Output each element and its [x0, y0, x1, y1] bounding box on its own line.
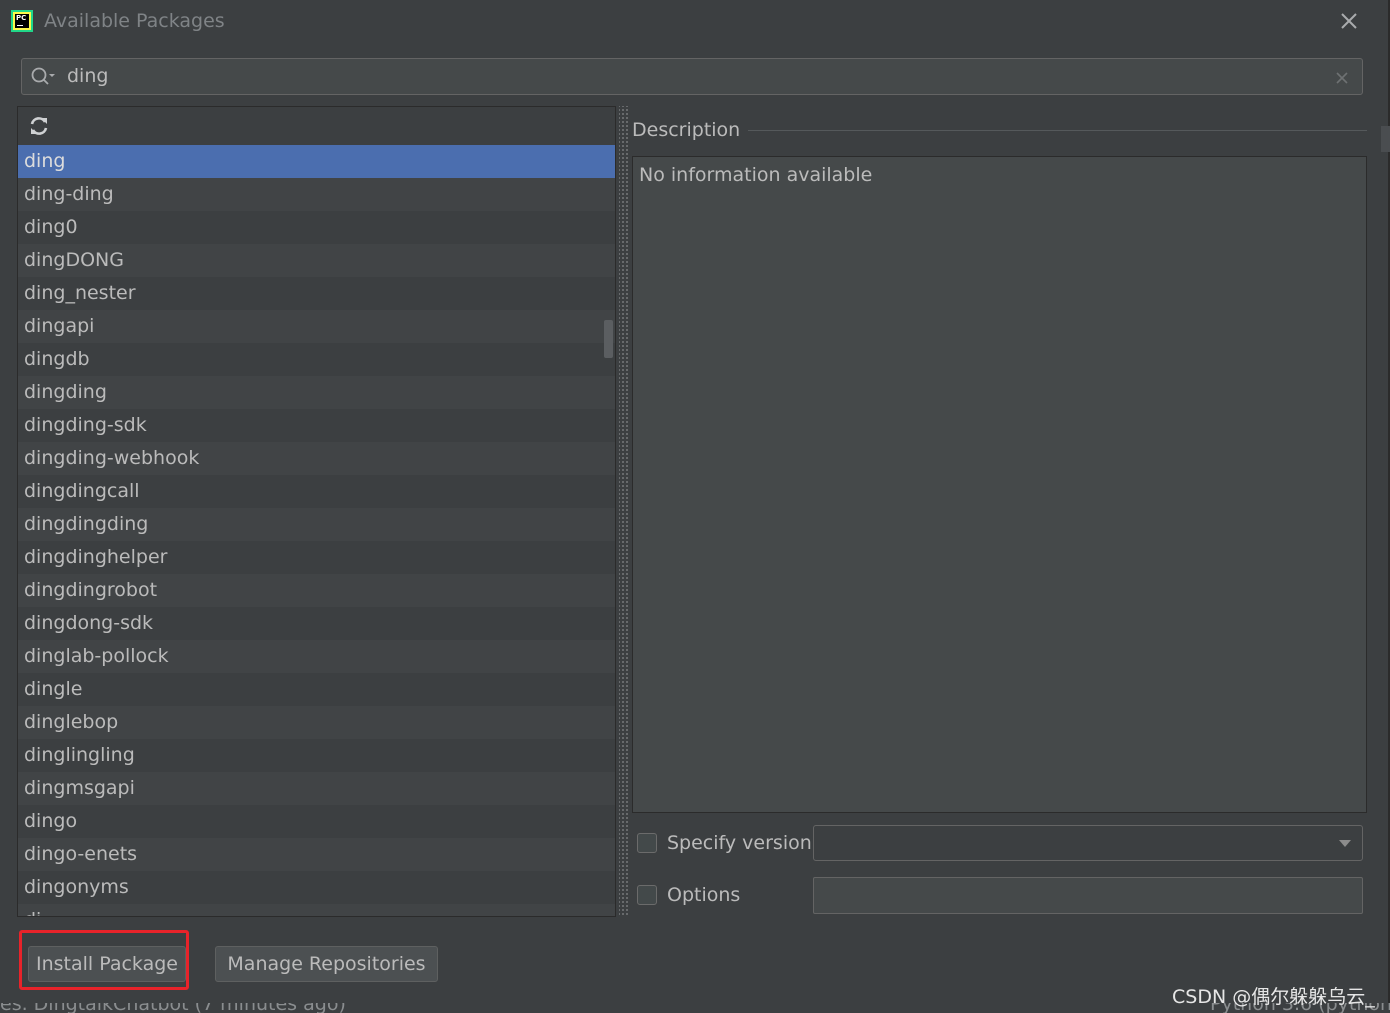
list-item[interactable]: di — [18, 904, 615, 916]
search-input[interactable]: ding — [67, 65, 108, 87]
list-item[interactable]: dingding — [18, 376, 615, 409]
chevron-down-icon[interactable] — [1339, 840, 1351, 847]
specify-version-label: Specify version — [667, 832, 812, 854]
search-icon[interactable] — [30, 66, 56, 88]
list-item[interactable]: dingding-sdk — [18, 409, 615, 442]
list-item[interactable]: dingdb — [18, 343, 615, 376]
side-tab — [1381, 126, 1390, 152]
close-icon[interactable] — [1337, 9, 1361, 33]
options-checkbox[interactable] — [637, 885, 657, 905]
description-label: Description — [632, 119, 749, 141]
description-box: No information available — [632, 156, 1367, 813]
list-item[interactable]: dinglebop — [18, 706, 615, 739]
watermark: CSDN @偶尔躲躲乌云_ — [1172, 986, 1375, 1008]
list-item[interactable]: dingle — [18, 673, 615, 706]
annotation-highlight — [19, 930, 189, 990]
refresh-icon[interactable] — [28, 115, 50, 137]
list-item[interactable]: dinglingling — [18, 739, 615, 772]
list-item[interactable]: dingo — [18, 805, 615, 838]
package-list-panel: ding ding-ding ding0 dingDONG ding_nester din… — [17, 106, 616, 917]
options-label: Options — [667, 884, 741, 906]
options-input[interactable] — [813, 877, 1363, 914]
list-item[interactable]: dingapi — [18, 310, 615, 343]
title-bar: PC Available Packages — [0, 0, 1390, 44]
list-item[interactable]: dingdingcall — [18, 475, 615, 508]
package-list[interactable]: ding ding-ding ding0 dingDONG ding_nester din… — [18, 145, 615, 916]
list-item[interactable]: dingdong-sdk — [18, 607, 615, 640]
list-item[interactable]: dingdingrobot — [18, 574, 615, 607]
list-item[interactable]: ding — [18, 145, 615, 178]
background-status-left: es. DingtalkChatbot (7 minutes ago) — [0, 1003, 346, 1013]
window-title: Available Packages — [44, 10, 225, 32]
pycharm-icon: PC — [11, 10, 33, 32]
clear-icon[interactable] — [1335, 70, 1349, 84]
list-item[interactable]: dingdingding — [18, 508, 615, 541]
list-item[interactable]: dingo-enets — [18, 838, 615, 871]
list-item[interactable]: dingmsgapi — [18, 772, 615, 805]
list-item[interactable]: dingDONG — [18, 244, 615, 277]
list-item[interactable]: dinglab-pollock — [18, 640, 615, 673]
list-item[interactable]: dingdinghelper — [18, 541, 615, 574]
version-select[interactable] — [813, 825, 1363, 861]
manage-repositories-button[interactable]: Manage Repositories — [215, 946, 438, 982]
search-field[interactable]: ding — [21, 58, 1363, 95]
description-text: No information available — [639, 164, 873, 186]
list-item[interactable]: ding-ding — [18, 178, 615, 211]
list-item[interactable]: ding_nester — [18, 277, 615, 310]
splitter-handle[interactable] — [619, 106, 629, 917]
list-toolbar — [18, 107, 615, 145]
list-item[interactable]: dingonyms — [18, 871, 615, 904]
list-item[interactable]: dingding-webhook — [18, 442, 615, 475]
specify-version-checkbox[interactable] — [637, 833, 657, 853]
list-scrollbar[interactable] — [604, 320, 613, 358]
list-item[interactable]: ding0 — [18, 211, 615, 244]
